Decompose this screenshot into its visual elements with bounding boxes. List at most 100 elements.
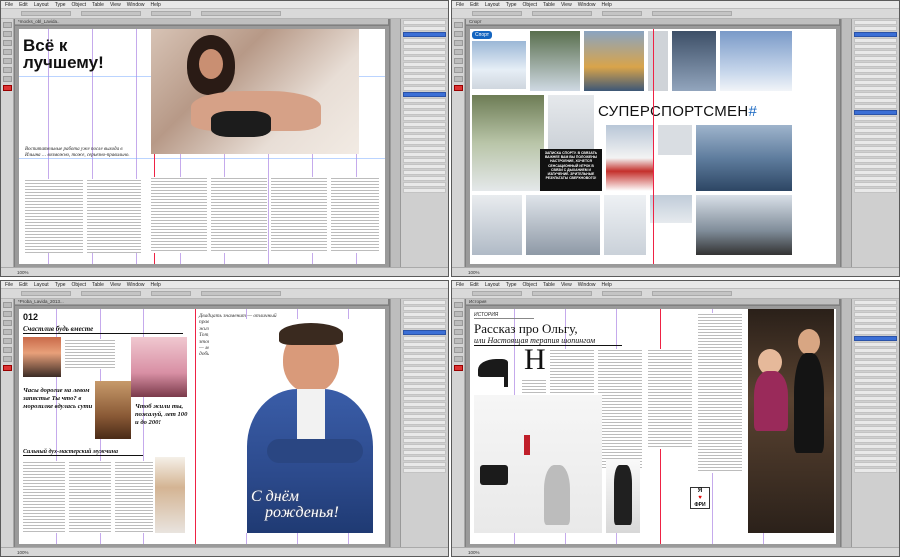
hand-tool-icon[interactable]: [453, 67, 463, 73]
menu-item[interactable]: Help: [602, 282, 612, 288]
rectangle-tool-icon[interactable]: [2, 338, 12, 344]
body-column[interactable]: [648, 349, 692, 449]
menu-item[interactable]: View: [110, 2, 121, 8]
selection-tool-icon[interactable]: [2, 302, 12, 308]
menu-item[interactable]: Help: [602, 2, 612, 8]
menu-item[interactable]: Table: [543, 2, 555, 8]
menu-item[interactable]: File: [456, 2, 464, 8]
selection-tool-icon[interactable]: [453, 302, 463, 308]
status-bar[interactable]: 100%: [452, 547, 899, 556]
tools-panel[interactable]: [452, 19, 465, 267]
document-tab[interactable]: История: [466, 299, 839, 305]
menu-item[interactable]: View: [561, 282, 572, 288]
article-headline[interactable]: Рассказ про Ольгу,: [474, 321, 578, 337]
selection-tool-icon[interactable]: [2, 22, 12, 28]
menu-item[interactable]: Window: [127, 282, 145, 288]
menu-item[interactable]: Edit: [19, 2, 28, 8]
panels-dock[interactable]: [841, 19, 899, 267]
body-column[interactable]: [271, 177, 327, 253]
control-bar[interactable]: [452, 289, 899, 299]
menu-item[interactable]: Window: [578, 282, 596, 288]
menu-item[interactable]: Object: [523, 2, 537, 8]
zoom-tool-icon[interactable]: [2, 76, 12, 82]
menu-item[interactable]: File: [5, 2, 13, 8]
body-column[interactable]: [151, 177, 207, 253]
menu-item[interactable]: View: [561, 2, 572, 8]
status-bar[interactable]: 100%: [452, 267, 899, 276]
status-bar[interactable]: 100%: [1, 547, 448, 556]
menu-item[interactable]: File: [456, 282, 464, 288]
rectangle-tool-icon[interactable]: [453, 58, 463, 64]
body-column[interactable]: [115, 461, 153, 533]
rectangle-tool-icon[interactable]: [2, 58, 12, 64]
section-bottom[interactable]: Сильный дух-мастерский мужчина: [23, 449, 143, 456]
body-column[interactable]: [211, 177, 267, 253]
type-tool-icon[interactable]: [2, 40, 12, 46]
fill-stroke-icon[interactable]: [2, 365, 12, 371]
caption-text[interactable]: [65, 339, 115, 369]
menu-item[interactable]: Object: [523, 282, 537, 288]
section-headline[interactable]: Счастлив будь вместе: [23, 325, 183, 334]
panels-dock[interactable]: [390, 19, 448, 267]
menu-item[interactable]: Layout: [34, 2, 49, 8]
zoom-tool-icon[interactable]: [2, 356, 12, 362]
status-bar[interactable]: 100%: [1, 267, 448, 276]
direct-select-tool-icon[interactable]: [2, 311, 12, 317]
body-column[interactable]: [598, 349, 642, 469]
tools-panel[interactable]: [452, 299, 465, 547]
menu-item[interactable]: Help: [151, 282, 161, 288]
selection-tool-icon[interactable]: [453, 22, 463, 28]
body-column[interactable]: [23, 461, 65, 533]
type-tool-icon[interactable]: [2, 320, 12, 326]
callout-box[interactable]: ЗАПИСКА СПОРТУ. В СВЯЗАТЬ ВАЖНЕЕ ВАМ ВЫ …: [540, 149, 602, 191]
hand-tool-icon[interactable]: [453, 347, 463, 353]
pen-tool-icon[interactable]: [453, 49, 463, 55]
article-subhead[interactable]: или Настоящая терапия шопингом: [474, 336, 622, 346]
hand-tool-icon[interactable]: [2, 67, 12, 73]
menu-item[interactable]: View: [110, 282, 121, 288]
panels-dock[interactable]: [390, 299, 448, 547]
menu-item[interactable]: Type: [55, 282, 66, 288]
document-tab[interactable]: Спорт: [466, 19, 839, 25]
hand-tool-icon[interactable]: [2, 347, 12, 353]
menu-item[interactable]: Layout: [485, 282, 500, 288]
type-tool-icon[interactable]: [453, 320, 463, 326]
body-column[interactable]: [69, 461, 111, 533]
zoom-tool-icon[interactable]: [453, 356, 463, 362]
direct-select-tool-icon[interactable]: [453, 31, 463, 37]
menu-item[interactable]: Table: [92, 2, 104, 8]
control-bar[interactable]: [1, 289, 448, 299]
body-column[interactable]: [25, 179, 83, 253]
menu-item[interactable]: Object: [72, 282, 86, 288]
menu-item[interactable]: Edit: [470, 2, 479, 8]
body-column[interactable]: [698, 313, 742, 473]
direct-select-tool-icon[interactable]: [2, 31, 12, 37]
menu-item[interactable]: Type: [506, 2, 517, 8]
menu-item[interactable]: Layout: [485, 2, 500, 8]
body-column[interactable]: [331, 177, 379, 253]
tools-panel[interactable]: [1, 19, 14, 267]
menu-item[interactable]: Type: [506, 282, 517, 288]
fill-stroke-icon[interactable]: [2, 85, 12, 91]
page-headline[interactable]: Всё к лучшему!: [23, 37, 135, 71]
menu-item[interactable]: Edit: [470, 282, 479, 288]
control-bar[interactable]: [1, 9, 448, 19]
direct-select-tool-icon[interactable]: [453, 311, 463, 317]
menu-item[interactable]: Help: [151, 2, 161, 8]
type-tool-icon[interactable]: [453, 40, 463, 46]
pen-tool-icon[interactable]: [2, 329, 12, 335]
panels-dock[interactable]: [841, 299, 899, 547]
fill-stroke-icon[interactable]: [453, 85, 463, 91]
menu-item[interactable]: File: [5, 282, 13, 288]
pen-tool-icon[interactable]: [453, 329, 463, 335]
body-column[interactable]: [87, 179, 141, 253]
menu-item[interactable]: Table: [543, 282, 555, 288]
document-tab[interactable]: *Proba_Lavida_2013...: [15, 299, 388, 305]
tools-panel[interactable]: [1, 299, 14, 547]
menu-item[interactable]: Window: [578, 2, 596, 8]
control-bar[interactable]: [452, 9, 899, 19]
menu-item[interactable]: Window: [127, 2, 145, 8]
fill-stroke-icon[interactable]: [453, 365, 463, 371]
menu-item[interactable]: Object: [72, 2, 86, 8]
menu-item[interactable]: Type: [55, 2, 66, 8]
